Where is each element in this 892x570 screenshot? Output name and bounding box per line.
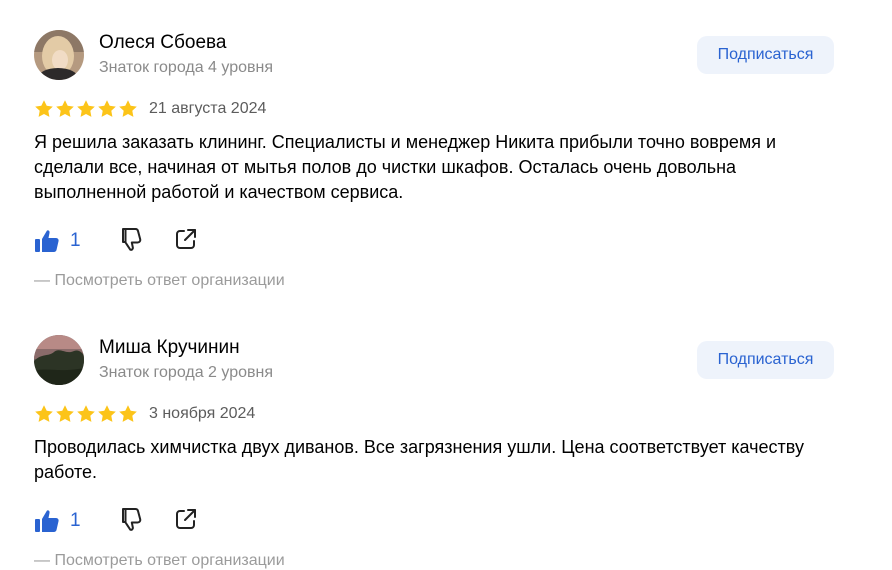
author-name[interactable]: Миша Кручинин [99,337,240,359]
avatar[interactable] [34,30,84,80]
dislike-button[interactable] [117,506,143,537]
review-date: 21 августа 2024 [149,100,267,117]
thumbs-up-icon [35,230,59,252]
star-icon [119,405,137,422]
thumbs-down-icon [121,227,141,251]
author-level: Знаток города 4 уровня [99,59,274,76]
like-button[interactable]: 1 [34,508,81,534]
subscribe-button[interactable]: Подписаться [697,341,834,379]
dislike-button[interactable] [117,226,143,257]
like-count: 1 [70,230,81,251]
star-icon [35,100,53,117]
rating-stars [34,99,138,119]
author-name[interactable]: Олеся Сбоева [99,32,226,54]
avatar-photo [34,335,84,385]
star-icon [98,405,116,422]
review-text: Я решила заказать клининг. Специалисты и… [34,132,777,202]
review-date: 3 ноября 2024 [149,405,256,422]
review-card: Олеся Сбоева Знаток города 4 уровня Подп… [0,0,892,300]
like-button[interactable]: 1 [34,228,81,254]
share-icon [175,508,196,529]
star-icon [119,100,137,117]
review-actions: 1 [34,506,199,536]
star-icon [98,100,116,117]
share-icon [175,228,196,249]
star-icon [56,100,74,117]
share-button[interactable] [173,226,199,257]
like-count: 1 [70,510,81,531]
org-reply-link[interactable]: — Посмотреть ответ организации [34,272,285,290]
org-reply-link[interactable]: — Посмотреть ответ организации [34,552,285,570]
review-actions: 1 [34,226,199,256]
share-button[interactable] [173,506,199,537]
star-icon [56,405,74,422]
star-icon [35,405,53,422]
thumbs-down-icon [121,507,141,531]
avatar[interactable] [34,335,84,385]
review-card: Миша Кручинин Знаток города 2 уровня Под… [0,305,892,569]
rating-stars [34,404,138,424]
thumbs-up-icon [35,510,59,532]
subscribe-button[interactable]: Подписаться [697,36,834,74]
avatar-photo [34,30,84,80]
review-text: Проводилась химчистка двух диванов. Все … [34,437,804,482]
author-level: Знаток города 2 уровня [99,364,274,381]
star-icon [77,405,95,422]
star-icon [77,100,95,117]
